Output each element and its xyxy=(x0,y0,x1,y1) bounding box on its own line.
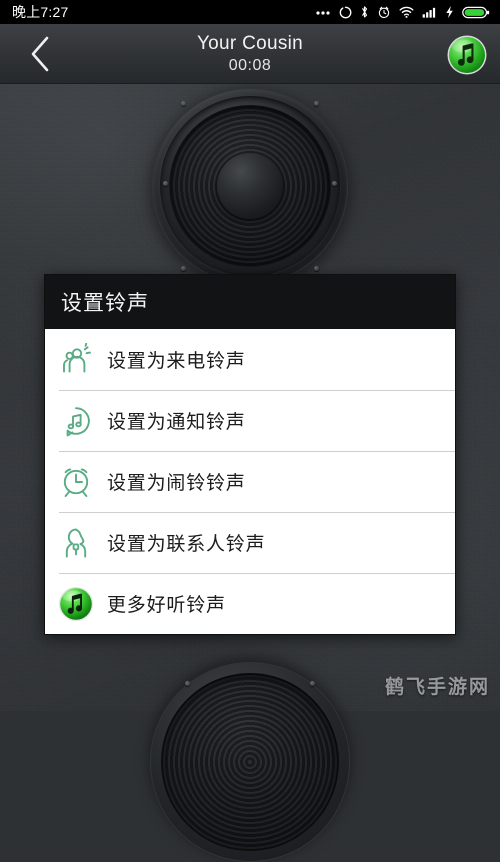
chevron-left-icon xyxy=(31,36,49,72)
list-item-label: 设置为联系人铃声 xyxy=(107,534,266,555)
list-item-label: 设置为通知铃声 xyxy=(107,412,246,433)
contact-person-icon xyxy=(45,526,107,560)
itunes-music-circle-icon xyxy=(447,35,487,75)
status-bar-clock: 晚上7:27 xyxy=(12,4,69,20)
list-item-set-as-notification-ringtone[interactable]: 设置为通知铃声 xyxy=(45,390,455,451)
charging-bolt-icon xyxy=(446,5,453,19)
speaker-bolt xyxy=(185,681,190,686)
sync-circle-icon xyxy=(339,6,352,18)
ringtone-option-list: 设置为来电铃声 设置为通知铃声 设置为闹铃铃声 设置为联系人铃声 更多好听铃声 xyxy=(45,329,455,634)
dialog-header: 设置铃声 xyxy=(45,275,455,329)
list-item-label: 更多好听铃声 xyxy=(107,595,226,616)
list-item-set-as-incoming-call-ringtone[interactable]: 设置为来电铃声 xyxy=(45,329,455,390)
alarm-clock-icon xyxy=(45,465,107,499)
speaker-bolt xyxy=(181,266,186,271)
dialog-title: 设置铃声 xyxy=(61,292,149,315)
track-elapsed-time: 00:08 xyxy=(228,56,272,74)
speaker-cone xyxy=(161,673,339,851)
notification-bubble-music-icon xyxy=(45,404,107,438)
alarm-clock-icon xyxy=(378,6,390,19)
speaker-bolt xyxy=(314,101,319,106)
back-button[interactable] xyxy=(14,32,66,76)
list-item-label: 设置为闹铃铃声 xyxy=(107,473,246,494)
app-header-bar: Your Cousin 00:08 xyxy=(0,24,500,84)
itunes-music-circle-icon xyxy=(45,586,107,622)
speaker-bolt xyxy=(310,681,315,686)
status-bar-icon-group xyxy=(315,5,490,19)
wifi-icon xyxy=(399,6,414,18)
site-watermark: 鹤飞手游网 xyxy=(384,677,490,698)
speaker-graphic-top xyxy=(152,88,348,284)
itunes-store-button[interactable] xyxy=(446,34,488,76)
more-dots-icon xyxy=(316,11,330,15)
now-playing-title-block: Your Cousin 00:08 xyxy=(0,24,500,84)
incoming-call-person-icon xyxy=(45,342,107,377)
bluetooth-icon xyxy=(362,6,368,18)
cell-signal-icon xyxy=(422,7,436,18)
battery-icon xyxy=(462,6,490,18)
list-item-label: 设置为来电铃声 xyxy=(107,351,246,372)
speaker-graphic-bottom xyxy=(150,662,350,862)
speaker-bolt xyxy=(181,101,186,106)
list-item-set-as-alarm-ringtone[interactable]: 设置为闹铃铃声 xyxy=(45,451,455,512)
list-item-set-as-contact-ringtone[interactable]: 设置为联系人铃声 xyxy=(45,512,455,573)
set-ringtone-dialog: 设置铃声 设置为来电铃声 设置为通知铃声 设置为闹铃铃声 设置为联系人铃声 更多… xyxy=(44,274,456,635)
page-title: Your Cousin xyxy=(196,33,304,55)
list-item-more-ringtones[interactable]: 更多好听铃声 xyxy=(45,573,455,634)
speaker-bolt xyxy=(332,181,337,186)
status-bar: 晚上7:27 xyxy=(0,0,500,24)
speaker-bolt xyxy=(163,181,168,186)
speaker-dust-cap xyxy=(217,153,283,219)
speaker-bolt xyxy=(314,266,319,271)
